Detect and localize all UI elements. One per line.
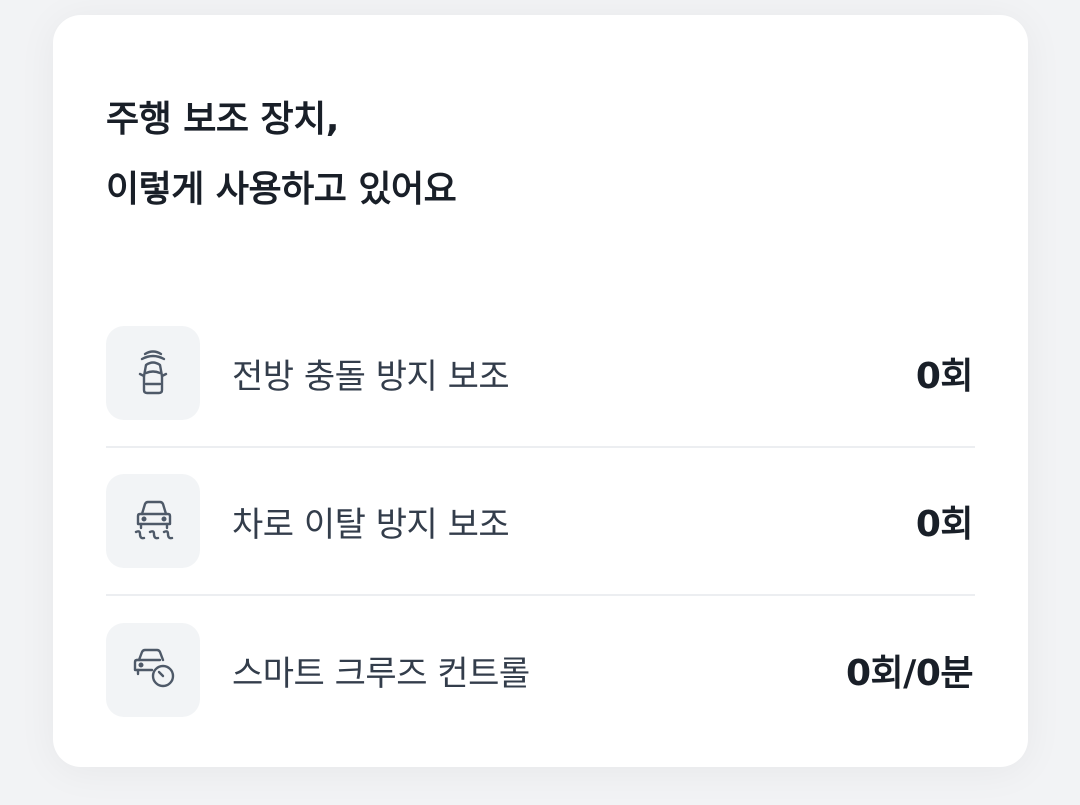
feature-count: 0회/0분 (846, 653, 974, 694)
card-title: 주행 보조 장치, 이렇게 사용하고 있어요 (106, 85, 457, 225)
card-title-line1: 주행 보조 장치, (106, 99, 339, 140)
driving-assist-card: 주행 보조 장치, 이렇게 사용하고 있어요 전방 충돌 방지 보조 0회 차로… (53, 15, 1028, 767)
feature-label: 차로 이탈 방지 보조 (232, 504, 510, 545)
feature-count: 0회 (915, 504, 974, 545)
feature-label: 전방 충돌 방지 보조 (232, 356, 510, 397)
lane-departure-icon (106, 474, 200, 568)
feature-count: 0회 (915, 356, 974, 397)
list-item-smart-cruise[interactable]: 스마트 크루즈 컨트롤 0회/0분 (106, 596, 975, 744)
list-item-forward-collision[interactable]: 전방 충돌 방지 보조 0회 (106, 300, 975, 448)
card-title-line2: 이렇게 사용하고 있어요 (106, 169, 457, 210)
feature-label: 스마트 크루즈 컨트롤 (232, 653, 530, 694)
smart-cruise-icon (106, 623, 200, 717)
list-item-lane-departure[interactable]: 차로 이탈 방지 보조 0회 (106, 448, 975, 596)
forward-collision-icon (106, 326, 200, 420)
assist-feature-list: 전방 충돌 방지 보조 0회 차로 이탈 방지 보조 0회 스마트 크루즈 컨트… (106, 300, 975, 744)
